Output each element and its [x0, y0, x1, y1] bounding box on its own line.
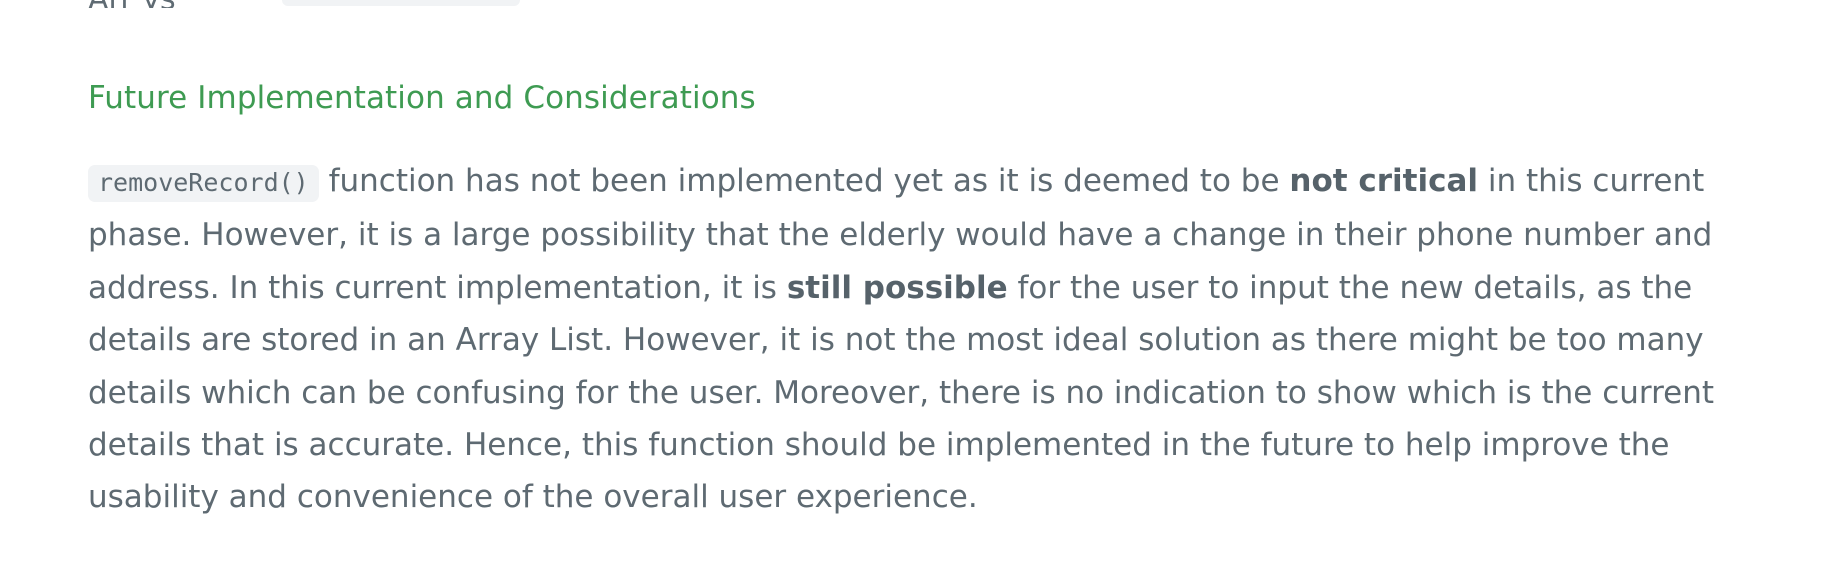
emphasis-not-critical: not critical	[1289, 163, 1479, 199]
previous-text-fragment: Arr ys	[88, 0, 176, 8]
paragraph-text-1: function has not been implemented yet as…	[318, 163, 1290, 199]
section-paragraph: removeRecord() function has not been imp…	[88, 155, 1748, 524]
paragraph-text-3: for the user to input the new details, a…	[88, 269, 1715, 516]
future-implementation-section: Future Implementation and Considerations…	[88, 76, 1758, 524]
emphasis-still-possible: still possible	[786, 269, 1008, 306]
inline-code-remove-record: removeRecord()	[88, 165, 319, 202]
section-heading: Future Implementation and Considerations	[88, 80, 756, 116]
previous-code-fragment	[282, 0, 520, 6]
previous-content-fragment: Arr ys	[88, 0, 1788, 8]
